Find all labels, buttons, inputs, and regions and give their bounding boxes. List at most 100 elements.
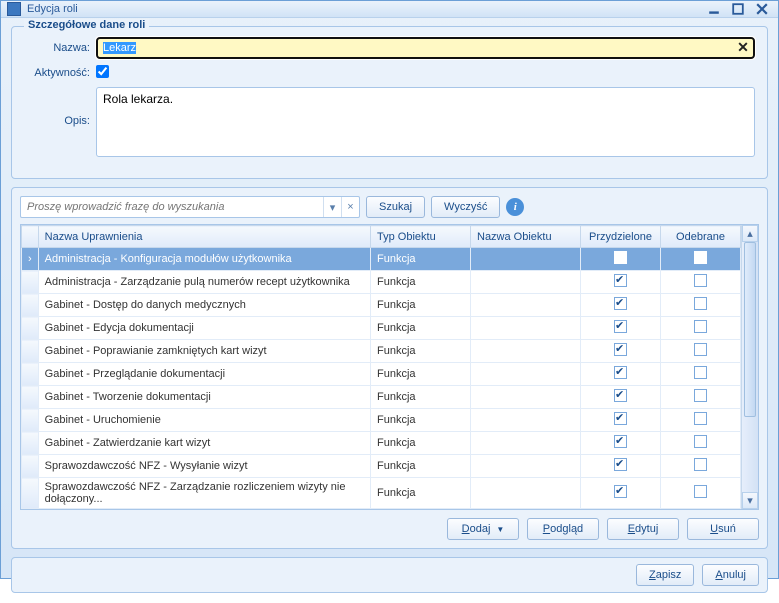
table-row[interactable]: Gabinet - UruchomienieFunkcja xyxy=(22,409,741,432)
cell-revoked[interactable] xyxy=(661,248,741,271)
cell-assigned[interactable] xyxy=(581,455,661,478)
dropdown-icon[interactable]: ▾ xyxy=(323,197,341,217)
cell-revoked[interactable] xyxy=(661,271,741,294)
search-combo[interactable]: ▾ × xyxy=(20,196,360,218)
revoked-checkbox[interactable] xyxy=(694,297,707,310)
assigned-checkbox[interactable] xyxy=(614,389,627,402)
save-button[interactable]: Zapisz xyxy=(636,564,694,586)
cell-name: Sprawozdawczość NFZ - Wysyłanie wizyt xyxy=(38,455,370,478)
cell-assigned[interactable] xyxy=(581,432,661,455)
header-name[interactable]: Nazwa Uprawnienia xyxy=(38,226,370,248)
cell-assigned[interactable] xyxy=(581,409,661,432)
assigned-checkbox[interactable] xyxy=(614,343,627,356)
clear-search-icon[interactable]: × xyxy=(341,197,359,217)
cell-type: Funkcja xyxy=(371,317,471,340)
desc-textarea[interactable]: Rola lekarza. xyxy=(96,87,755,157)
cell-revoked[interactable] xyxy=(661,363,741,386)
preview-button[interactable]: Podgląd xyxy=(527,518,599,540)
assigned-checkbox[interactable] xyxy=(614,485,627,498)
cell-name: Administracja - Zarządzanie pulą numerów… xyxy=(38,271,370,294)
cell-type: Funkcja xyxy=(371,271,471,294)
table-row[interactable]: Gabinet - Edycja dokumentacjiFunkcja xyxy=(22,317,741,340)
table-row[interactable]: Gabinet - Tworzenie dokumentacjiFunkcja xyxy=(22,386,741,409)
assigned-checkbox[interactable] xyxy=(614,297,627,310)
cell-revoked[interactable] xyxy=(661,317,741,340)
revoked-checkbox[interactable] xyxy=(694,412,707,425)
revoked-checkbox[interactable] xyxy=(694,274,707,287)
cell-objname xyxy=(471,317,581,340)
grid-action-bar: Dodaj▼ Podgląd Edytuj Usuń xyxy=(20,518,759,540)
scroll-down-icon[interactable]: ▾ xyxy=(742,492,758,509)
titlebar[interactable]: Edycja roli xyxy=(1,1,778,18)
table-row[interactable]: Sprawozdawczość NFZ - Wysyłanie wizytFun… xyxy=(22,455,741,478)
maximize-button[interactable] xyxy=(728,1,748,17)
close-button[interactable] xyxy=(752,1,772,17)
assigned-checkbox[interactable] xyxy=(614,458,627,471)
search-button[interactable]: Szukaj xyxy=(366,196,425,218)
cell-assigned[interactable] xyxy=(581,317,661,340)
vertical-scrollbar[interactable]: ▴ ▾ xyxy=(741,225,758,509)
table-row[interactable]: Gabinet - Przeglądanie dokumentacjiFunkc… xyxy=(22,363,741,386)
header-revoked[interactable]: Odebrane xyxy=(661,226,741,248)
desc-label: Opis: xyxy=(24,87,96,127)
minimize-button[interactable] xyxy=(704,1,724,17)
header-assigned[interactable]: Przydzielone xyxy=(581,226,661,248)
assigned-checkbox[interactable] xyxy=(614,366,627,379)
assigned-checkbox[interactable] xyxy=(614,435,627,448)
cell-assigned[interactable] xyxy=(581,363,661,386)
revoked-checkbox[interactable] xyxy=(694,320,707,333)
cell-revoked[interactable] xyxy=(661,478,741,509)
permissions-grid[interactable]: Nazwa Uprawnienia Typ Obiektu Nazwa Obie… xyxy=(21,225,741,509)
info-icon[interactable]: i xyxy=(506,198,524,216)
cancel-button[interactable]: Anuluj xyxy=(702,564,759,586)
cell-revoked[interactable] xyxy=(661,432,741,455)
clear-button[interactable]: Wyczyść xyxy=(431,196,500,218)
cell-assigned[interactable] xyxy=(581,478,661,509)
cell-type: Funkcja xyxy=(371,294,471,317)
cell-revoked[interactable] xyxy=(661,340,741,363)
cell-assigned[interactable] xyxy=(581,271,661,294)
cell-revoked[interactable] xyxy=(661,409,741,432)
revoked-checkbox[interactable] xyxy=(694,366,707,379)
table-row[interactable]: Sprawozdawczość NFZ - Zarządzanie rozlic… xyxy=(22,478,741,509)
cell-assigned[interactable] xyxy=(581,248,661,271)
revoked-checkbox[interactable] xyxy=(694,251,707,264)
revoked-checkbox[interactable] xyxy=(694,458,707,471)
cell-revoked[interactable] xyxy=(661,294,741,317)
delete-button[interactable]: Usuń xyxy=(687,518,759,540)
assigned-checkbox[interactable] xyxy=(614,320,627,333)
revoked-checkbox[interactable] xyxy=(694,435,707,448)
active-checkbox[interactable] xyxy=(96,65,109,78)
scroll-track[interactable] xyxy=(742,242,758,492)
cell-assigned[interactable] xyxy=(581,294,661,317)
table-row[interactable]: Administracja - Zarządzanie pulą numerów… xyxy=(22,271,741,294)
name-input[interactable] xyxy=(96,37,755,59)
assigned-checkbox[interactable] xyxy=(614,412,627,425)
assigned-checkbox[interactable] xyxy=(614,274,627,287)
row-indicator-header xyxy=(22,226,39,248)
search-input[interactable] xyxy=(21,199,323,215)
scroll-up-icon[interactable]: ▴ xyxy=(742,225,758,242)
cell-assigned[interactable] xyxy=(581,386,661,409)
cell-revoked[interactable] xyxy=(661,386,741,409)
cell-objname xyxy=(471,432,581,455)
row-indicator xyxy=(22,386,39,409)
add-button[interactable]: Dodaj▼ xyxy=(447,518,519,540)
edit-button[interactable]: Edytuj xyxy=(607,518,679,540)
revoked-checkbox[interactable] xyxy=(694,485,707,498)
table-row[interactable]: Gabinet - Poprawianie zamkniętych kart w… xyxy=(22,340,741,363)
table-row[interactable]: ›Administracja - Konfiguracja modułów uż… xyxy=(22,248,741,271)
table-row[interactable]: Gabinet - Dostęp do danych medycznychFun… xyxy=(22,294,741,317)
row-indicator xyxy=(22,455,39,478)
revoked-checkbox[interactable] xyxy=(694,389,707,402)
cell-type: Funkcja xyxy=(371,478,471,509)
clear-name-icon[interactable]: ✕ xyxy=(735,39,751,55)
header-type[interactable]: Typ Obiektu xyxy=(371,226,471,248)
revoked-checkbox[interactable] xyxy=(694,343,707,356)
table-row[interactable]: Gabinet - Zatwierdzanie kart wizytFunkcj… xyxy=(22,432,741,455)
header-objname[interactable]: Nazwa Obiektu xyxy=(471,226,581,248)
scroll-thumb[interactable] xyxy=(744,242,756,417)
assigned-checkbox[interactable] xyxy=(614,251,627,264)
cell-assigned[interactable] xyxy=(581,340,661,363)
cell-revoked[interactable] xyxy=(661,455,741,478)
